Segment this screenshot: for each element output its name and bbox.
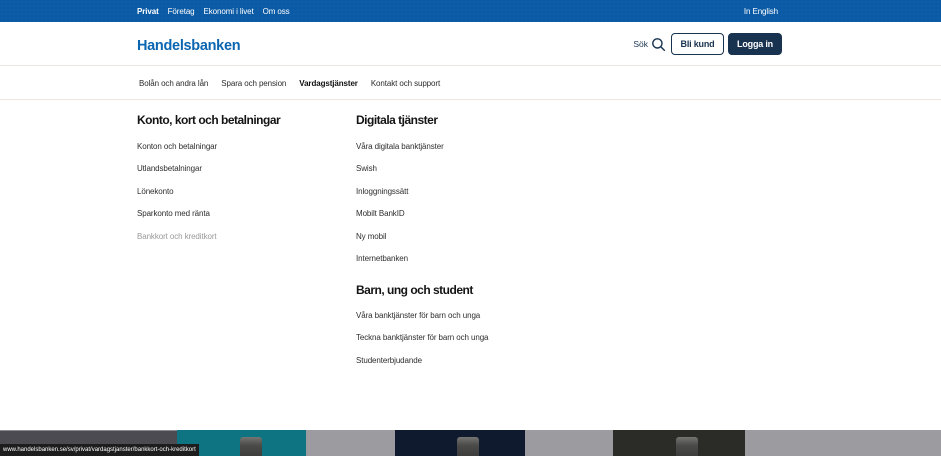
menu-link-item: Teckna banktjänster för barn och unga (356, 327, 656, 350)
strip-segment (525, 430, 613, 456)
menu-link-item: Mobilt BankID (356, 203, 656, 226)
login-button[interactable]: Logga in (728, 33, 782, 55)
search-icon (652, 37, 666, 51)
main-nav: Bolån och andra lån Spara och pension Vard… (0, 66, 941, 100)
menu-link-item: Våra banktjänster för barn och unga (356, 304, 656, 327)
menu-heading-digitala: Digitala tjänster (356, 113, 438, 127)
product-card-image (240, 437, 262, 456)
menu-link-item: Lönekonto (137, 180, 356, 203)
menu-link-v-ra-digitala-banktj-nster[interactable]: Våra digitala banktjänster (356, 142, 444, 151)
nav-item-vardagstj-nster[interactable]: Vardagstjänster (299, 79, 358, 88)
mega-menu: Konto, kort och betalningar Konton och b… (0, 100, 941, 430)
search-label: Sök (633, 39, 648, 49)
search-button[interactable]: Sök (633, 37, 666, 52)
menu-link-teckna-banktj-nster-f-r-barn-och-unga[interactable]: Teckna banktjänster för barn och unga (356, 333, 488, 342)
topbar-item-privat[interactable]: Privat (137, 7, 159, 16)
menu-link-mobilt-bankid[interactable]: Mobilt BankID (356, 209, 405, 218)
menu-link-studenterbjudande[interactable]: Studenterbjudande (356, 356, 422, 365)
menu-link-internetbanken[interactable]: Internetbanken (356, 254, 408, 263)
nav-item-kontakt-och-support[interactable]: Kontakt och support (371, 79, 440, 88)
top-nav: Privat Företag Ekonomi i livet Om oss (137, 0, 290, 22)
nav-item-spara-och-pension[interactable]: Spara och pension (221, 79, 286, 88)
language-link[interactable]: In English (744, 7, 778, 16)
top-bar: Privat Företag Ekonomi i livet Om oss In En… (0, 0, 941, 22)
menu-links-digitala: Våra digitala banktjänster Swish Inloggnin… (356, 135, 656, 270)
topbar-item-om-oss[interactable]: Om oss (263, 7, 290, 16)
menu-link-v-ra-banktj-nster-f-r-barn-och-unga[interactable]: Våra banktjänster för barn och unga (356, 311, 480, 320)
menu-link-konton-och-betalningar[interactable]: Konton och betalningar (137, 142, 217, 151)
menu-link-item: Utlandsbetalningar (137, 158, 356, 181)
menu-link-inloggningss-tt[interactable]: Inloggningssätt (356, 187, 408, 196)
menu-link-item: Swish (356, 158, 656, 181)
menu-link-item: Studenterbjudande (356, 349, 656, 372)
menu-link-item: Våra digitala banktjänster (356, 135, 656, 158)
strip-segment (306, 430, 395, 456)
menu-link-l-nekonto[interactable]: Lönekonto (137, 187, 174, 196)
menu-link-item: Sparkonto med ränta (137, 203, 356, 226)
menu-link-item: Inloggningssätt (356, 180, 656, 203)
topbar-item-f-retag[interactable]: Företag (168, 7, 195, 16)
status-bar-url: www.handelsbanken.se/sv/privat/vardagstj… (0, 444, 199, 456)
become-customer-button[interactable]: Bli kund (671, 33, 724, 55)
menu-links-konto: Konton och betalningar Utlandsbetalningar… (137, 135, 356, 248)
site-header: Handelsbanken Sök Bli kund Logga in (0, 22, 941, 66)
menu-heading-barn: Barn, ung och student (356, 283, 473, 297)
product-card-image (457, 437, 479, 456)
menu-heading-konto: Konto, kort och betalningar (137, 113, 281, 127)
strip-segment (745, 430, 941, 456)
menu-link-item: Konton och betalningar (137, 135, 356, 158)
product-card-image (676, 437, 698, 456)
menu-link-utlandsbetalningar[interactable]: Utlandsbetalningar (137, 164, 202, 173)
topbar-item-ekonomi-i-livet[interactable]: Ekonomi i livet (204, 7, 254, 16)
menu-link-ny-mobil[interactable]: Ny mobil (356, 232, 386, 241)
logo[interactable]: Handelsbanken (137, 38, 241, 54)
menu-link-sparkonto-med-r-nta[interactable]: Sparkonto med ränta (137, 209, 210, 218)
menu-link-item: Ny mobil (356, 225, 656, 248)
menu-link-swish[interactable]: Swish (356, 164, 377, 173)
nav-item-bol-n-och-andra-l-n[interactable]: Bolån och andra lån (139, 79, 208, 88)
menu-link-item: Bankkort och kreditkort (137, 225, 356, 248)
menu-link-bankkort-och-kreditkort[interactable]: Bankkort och kreditkort (137, 232, 217, 241)
menu-links-barn: Våra banktjänster för barn och unga Teckn… (356, 304, 656, 372)
menu-link-item: Internetbanken (356, 248, 656, 271)
